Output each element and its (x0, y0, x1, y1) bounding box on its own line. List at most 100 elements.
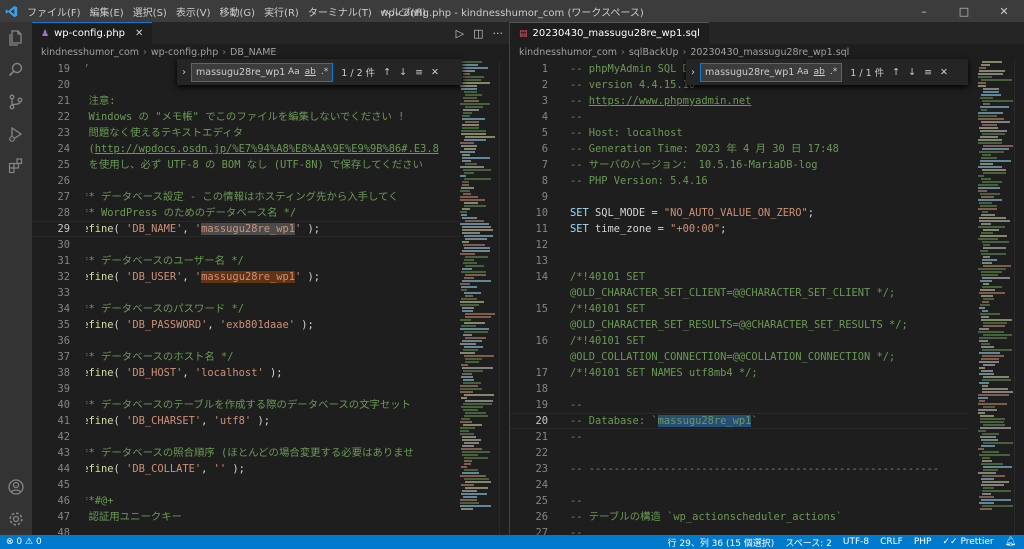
minimap-line (460, 175, 466, 177)
match-case-icon[interactable]: Aa (288, 67, 300, 77)
prettier-status[interactable]: ✓✓ Prettier (942, 537, 993, 547)
notifications-bell-icon[interactable]: 🔔︎ (1005, 537, 1016, 547)
breadcrumb-item[interactable]: sqlBackUp (629, 47, 679, 58)
minimap-line (981, 346, 994, 348)
maximize-button[interactable]: □ (944, 0, 984, 22)
warning-icon: ⚠ (25, 537, 34, 547)
minimap-line (462, 226, 491, 228)
code-token: -- -------------------------------------… (570, 463, 940, 475)
match-case-icon[interactable]: Aa (797, 67, 809, 77)
minimap-line (983, 442, 1013, 444)
account-icon[interactable] (0, 471, 32, 503)
menu-item[interactable]: 編集(E) (90, 4, 124, 19)
menu-item[interactable]: 表示(V) (176, 4, 211, 19)
menu-item[interactable]: ヘルプ(H) (381, 4, 426, 19)
minimap-line (461, 289, 467, 291)
breadcrumb-item[interactable]: wp-config.php (151, 47, 218, 58)
minimap-line (978, 403, 1007, 405)
settings-gear-icon[interactable] (0, 503, 32, 535)
code-token: -- PHP Version: 5.4.16 (570, 175, 708, 187)
code-editor[interactable]: 19 */ 20 21 * 注意: 22 * Windows の "メモ帳" でこのファイル… (32, 61, 509, 535)
minimap-line (981, 109, 987, 111)
vertical-scrollbar[interactable] (499, 61, 509, 535)
run-icon[interactable]: ▷ (456, 27, 464, 40)
close-find-icon[interactable]: ✕ (940, 67, 948, 78)
vertical-scrollbar[interactable] (1014, 61, 1024, 535)
minimap-line (465, 238, 487, 240)
minimap-line (464, 292, 481, 294)
match-whole-word-icon[interactable]: ab (305, 67, 316, 77)
menu-item[interactable]: ターミナル(T) (308, 4, 372, 19)
code-token: -- (570, 431, 583, 443)
previous-match-icon[interactable]: ↑ (892, 67, 900, 78)
error-icon: ⊗ (6, 537, 14, 547)
code-token: 'localhost' (194, 367, 264, 379)
menu-item[interactable]: 選択(S) (133, 4, 167, 19)
explorer-icon[interactable] (0, 22, 32, 54)
minimap-line (982, 505, 1013, 507)
close-find-icon[interactable]: ✕ (431, 67, 439, 78)
breadcrumb-item[interactable]: 20230430_massugu28re_wp1.sql (690, 47, 849, 58)
split-editor-icon[interactable]: ◫ (473, 27, 483, 40)
minimap[interactable] (460, 61, 498, 535)
minimap-line (982, 493, 991, 495)
toggle-replace-icon[interactable]: › (177, 67, 191, 78)
minimap-line (463, 79, 481, 81)
code-line: /*!40101 SET (570, 269, 645, 285)
minimap-line (460, 82, 490, 84)
find-in-selection-icon[interactable]: ≡ (924, 67, 932, 78)
minimap-line (462, 184, 469, 186)
next-match-icon[interactable]: ↓ (399, 67, 407, 78)
line-number: 2 (541, 79, 548, 91)
minimap-line (464, 178, 491, 180)
minimap-line (461, 286, 477, 288)
menu-item[interactable]: 移動(G) (220, 4, 256, 19)
previous-match-icon[interactable]: ↑ (383, 67, 391, 78)
breadcrumb-item[interactable]: kindnesshumor_com (519, 47, 617, 58)
minimap-line (981, 253, 1006, 255)
tab-sql-backup[interactable]: ▤ 20230430_massugu28re_wp1.sql (510, 22, 709, 44)
line-number: 20 (535, 415, 548, 427)
minimap-line (461, 466, 467, 468)
line-number: 48 (57, 527, 70, 535)
find-input[interactable]: massugu28re_wp1 Aa ab .* (191, 62, 334, 82)
menu-item[interactable]: 実行(R) (264, 4, 299, 19)
search-icon[interactable] (0, 54, 32, 86)
tab-wp-config[interactable]: ♟ wp-config.php ✕ (32, 22, 153, 44)
source-control-icon[interactable] (0, 86, 32, 118)
extensions-icon[interactable] (0, 150, 32, 182)
encoding[interactable]: UTF-8 (843, 537, 869, 547)
minimap-line (460, 283, 470, 285)
minimap[interactable] (978, 61, 1016, 535)
problems-indicator[interactable]: ⊗ 0 ⚠ 0 (6, 537, 42, 547)
breadcrumb-item[interactable]: DB_NAME (230, 47, 276, 58)
minimize-button[interactable]: – (904, 0, 944, 22)
close-tab-icon[interactable]: ✕ (135, 28, 143, 39)
indentation[interactable]: スペース: 2 (785, 536, 832, 549)
more-actions-icon[interactable]: ··· (493, 27, 504, 40)
end-of-line[interactable]: CRLF (880, 537, 903, 547)
find-input[interactable]: massugu28re_wp1 Aa ab .* (700, 62, 843, 82)
code-editor[interactable]: 1 -- phpMyAdmin SQL Dump 2 -- version 4.4.1… (510, 61, 1024, 535)
cursor-position[interactable]: 行 29、列 36 (15 個選択) (668, 536, 775, 549)
menu-item[interactable]: ファイル(F) (27, 4, 81, 19)
breadcrumb-item[interactable]: kindnesshumor_com (41, 47, 139, 58)
close-window-button[interactable]: ✕ (984, 0, 1024, 22)
language-mode[interactable]: PHP (914, 537, 932, 547)
next-match-icon[interactable]: ↓ (908, 67, 916, 78)
regex-icon[interactable]: .* (321, 67, 328, 77)
minimap-line (464, 394, 494, 396)
minimap-line (465, 121, 479, 123)
code-token: massugu28re_wp1 (201, 271, 295, 283)
toggle-replace-icon[interactable]: › (686, 67, 700, 78)
minimap-line (464, 442, 479, 444)
minimap-line (982, 154, 991, 156)
minimap-line (460, 430, 469, 432)
find-query: massugu28re_wp1 (196, 66, 286, 78)
code-token: 'DB_HOST' (126, 367, 183, 379)
match-whole-word-icon[interactable]: ab (814, 67, 825, 77)
run-debug-icon[interactable] (0, 118, 32, 150)
find-in-selection-icon[interactable]: ≡ (415, 67, 423, 78)
minimap-line (980, 136, 998, 138)
regex-icon[interactable]: .* (830, 67, 837, 77)
